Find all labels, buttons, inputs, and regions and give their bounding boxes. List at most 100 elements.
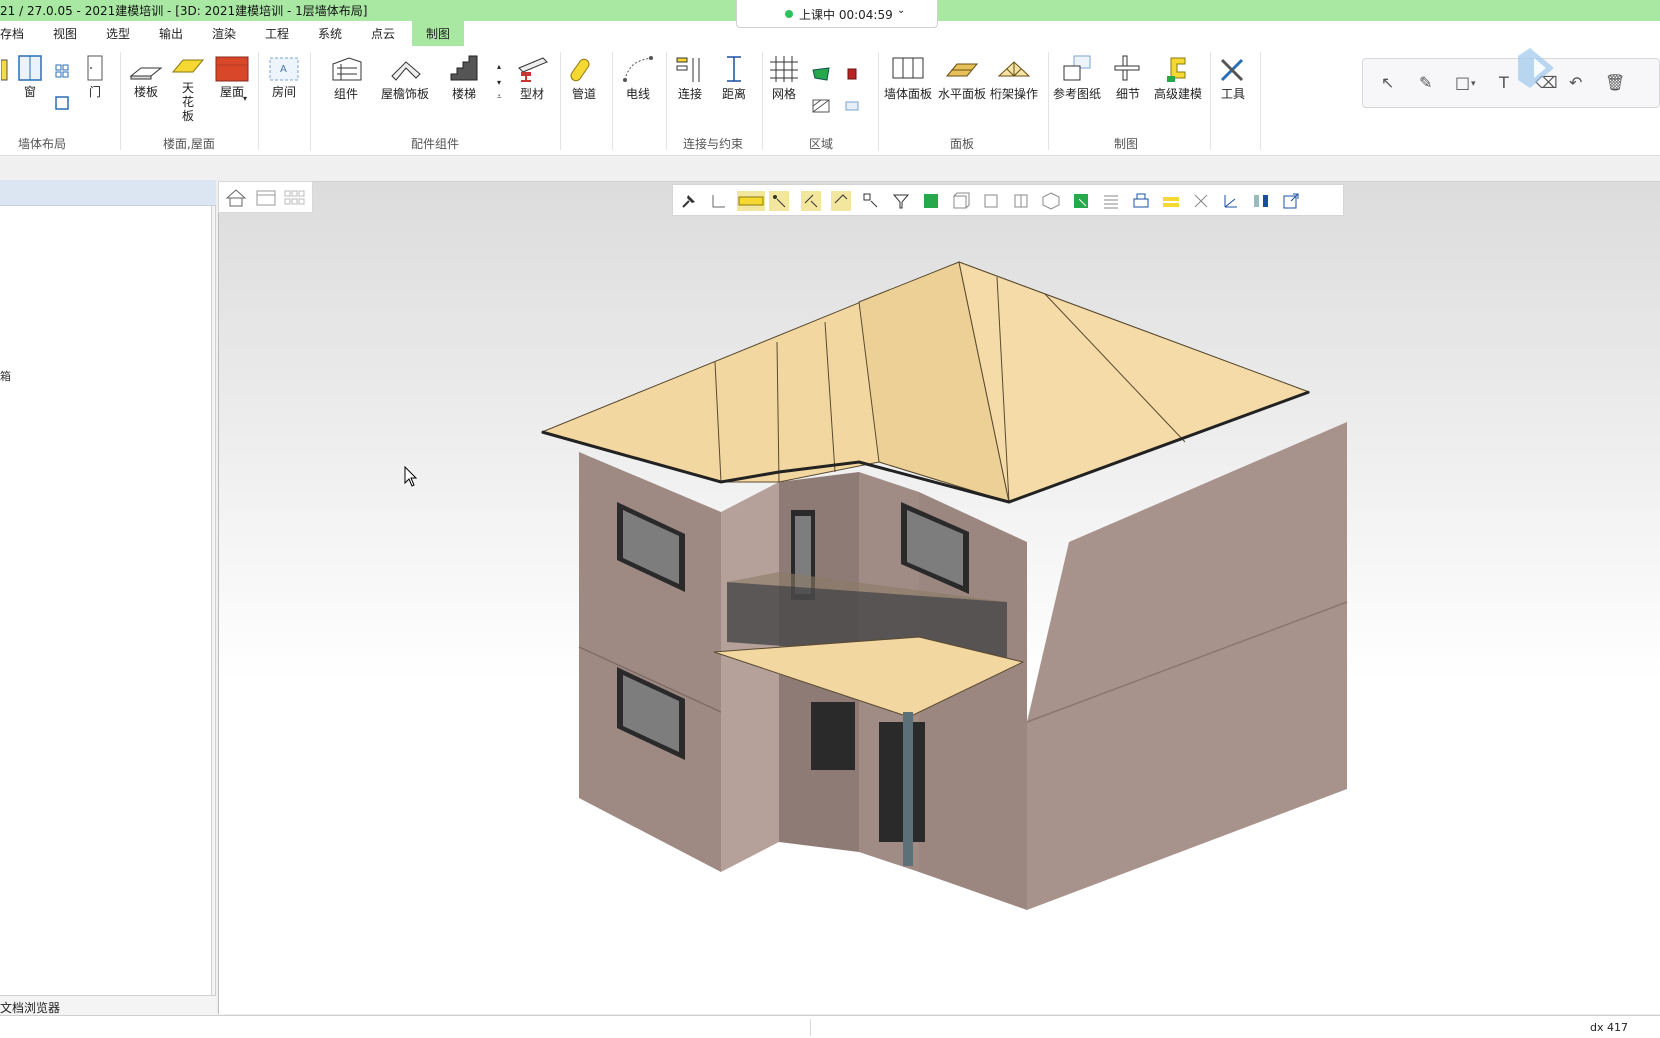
export-view-icon[interactable]	[1281, 191, 1301, 211]
menu-item-drafting[interactable]: 制图	[412, 21, 465, 46]
face-select-icon[interactable]	[831, 191, 851, 211]
grid-tool-button[interactable]: 网格	[766, 54, 802, 101]
menu-item-archive[interactable]: 存档	[0, 25, 24, 42]
area-green-tool[interactable]	[810, 66, 832, 85]
session-timer[interactable]: 上课中 00:04:59 ⌄	[736, 0, 938, 28]
panel-scrollbar[interactable]	[211, 206, 215, 996]
menu-item-render[interactable]: 渲染	[212, 25, 236, 42]
ceiling-tool-button[interactable]: 天花板	[170, 54, 206, 123]
scroll-down-icon[interactable]: ▾	[497, 78, 501, 87]
roof-dropdown-icon[interactable]: ▾	[243, 94, 247, 103]
group-select-icon[interactable]	[861, 191, 881, 211]
document-browser-tab-label: 文档浏览器	[0, 1001, 61, 1015]
select-green-icon[interactable]	[1071, 191, 1091, 211]
status-bar: dx 417	[0, 1015, 1660, 1038]
document-browser-tab[interactable]: 文档浏览器	[0, 995, 216, 1015]
expand-icon[interactable]: ⩡	[497, 92, 502, 102]
door-tool-button[interactable]: 门	[84, 54, 106, 99]
menu-item-selection[interactable]: 选型	[106, 25, 130, 42]
window-tool-button[interactable]: 窗	[16, 54, 44, 99]
distance-icon	[727, 56, 741, 82]
stair-tool-label: 楼梯	[451, 87, 476, 101]
menu-item-project[interactable]: 工程	[265, 25, 289, 42]
pointer-icon[interactable]: ↖	[1381, 73, 1394, 92]
chevron-down-icon[interactable]: ▾	[1471, 79, 1476, 89]
section-view-icon[interactable]	[981, 191, 1001, 211]
point-select-icon[interactable]	[769, 191, 789, 211]
box-view-icon[interactable]	[951, 191, 971, 211]
advanced-modeling-tool-button[interactable]: 高级建模	[1152, 54, 1204, 101]
wire-tool-button[interactable]: 电线	[618, 54, 658, 101]
area-frame-tool[interactable]	[842, 98, 862, 117]
component-tool-button[interactable]: 组件	[328, 54, 364, 101]
scroll-up-icon[interactable]: ▴	[497, 62, 501, 71]
filter-icon[interactable]	[891, 191, 911, 211]
window-icon	[18, 55, 42, 81]
area-red-tool[interactable]	[842, 66, 862, 85]
mirror-icon[interactable]	[1251, 191, 1271, 211]
tools-tool-button[interactable]: 工具	[1212, 54, 1254, 101]
ref-drawing-tool-button[interactable]: 参考图纸	[1052, 54, 1102, 101]
group-label-wall-layout: 墙体布局	[18, 137, 67, 151]
edge-select-icon[interactable]	[801, 191, 821, 211]
wall-tool-partial[interactable]	[0, 56, 10, 89]
iso-view-icon[interactable]	[1041, 191, 1061, 211]
ruler-icon[interactable]	[737, 191, 765, 211]
wall-panel-tool-button[interactable]: 墙体面板	[884, 54, 932, 101]
menu-item-pointcloud[interactable]: 点云	[371, 25, 395, 42]
detail-tool-button[interactable]: 细节	[1108, 54, 1148, 101]
area-marker-icon	[847, 68, 857, 80]
pipe-tool-button[interactable]: 管道	[564, 54, 604, 101]
house-model[interactable]	[219, 182, 1660, 1015]
menu-item-view[interactable]: 视图	[53, 25, 77, 42]
layers-icon[interactable]	[1101, 191, 1121, 211]
connect-icon	[676, 57, 700, 82]
document-browser-panel: 箱	[0, 180, 216, 996]
window-view-icon[interactable]	[255, 188, 277, 208]
chevron-down-icon[interactable]: ⌄	[897, 5, 905, 16]
home-view-icon[interactable]	[225, 188, 247, 208]
tile-views-icon[interactable]	[283, 188, 305, 208]
connect-tool-button[interactable]: 连接	[670, 54, 710, 101]
3d-viewport[interactable]	[218, 181, 1660, 1014]
lower-window	[811, 702, 855, 770]
pipe-icon	[570, 58, 590, 82]
group-separator	[120, 52, 121, 150]
stair-tool-button[interactable]: 楼梯	[446, 54, 482, 101]
slab-tool-label: 楼板	[133, 85, 158, 99]
roof-icon	[215, 56, 249, 82]
distance-tool-button[interactable]: 距离	[714, 54, 754, 101]
door-tool-label: 门	[88, 85, 101, 99]
move-icon[interactable]	[709, 191, 729, 211]
horizontal-panel-tool-button[interactable]: 水平面板	[938, 54, 986, 101]
axis-icon[interactable]	[1221, 191, 1241, 211]
horizontal-panel-icon	[945, 63, 979, 77]
solid-view-icon[interactable]	[921, 191, 941, 211]
remove-icon[interactable]	[1191, 191, 1211, 211]
area-hatch-tool[interactable]	[810, 98, 832, 117]
menu-item-system[interactable]: 系统	[318, 25, 342, 42]
window-grid-tool[interactable]	[54, 64, 70, 81]
roof-tool-button[interactable]: 屋面	[214, 56, 250, 99]
level-icon[interactable]	[1161, 191, 1181, 211]
pin-icon[interactable]	[679, 191, 699, 211]
text-icon[interactable]: T	[1499, 73, 1509, 92]
window-tool-label: 窗	[23, 85, 36, 99]
rectangle-icon[interactable]: □	[1455, 73, 1470, 92]
ceiling-tool-label: 天花板	[181, 81, 194, 123]
window-grid-icon	[55, 64, 69, 78]
menu-item-output[interactable]: 输出	[159, 25, 183, 42]
truss-op-tool-button[interactable]: 桁架操作	[990, 54, 1038, 101]
advanced-modeling-icon	[1167, 57, 1186, 82]
room-tool-button[interactable]: A 房间	[266, 56, 302, 99]
area-frame-icon	[845, 101, 859, 111]
profile-tool-button[interactable]: 型材	[512, 54, 552, 101]
stack-icon[interactable]	[1131, 191, 1151, 211]
cut-view-icon[interactable]	[1011, 191, 1031, 211]
room-tool-label: 房间	[271, 85, 296, 99]
slab-tool-button[interactable]: 楼板	[128, 56, 164, 99]
frame-tool[interactable]	[54, 96, 70, 113]
pen-icon[interactable]: ✎	[1419, 73, 1432, 92]
eave-trim-tool-button[interactable]: 屋檐饰板	[380, 54, 430, 101]
recess-side-wall	[721, 482, 779, 872]
